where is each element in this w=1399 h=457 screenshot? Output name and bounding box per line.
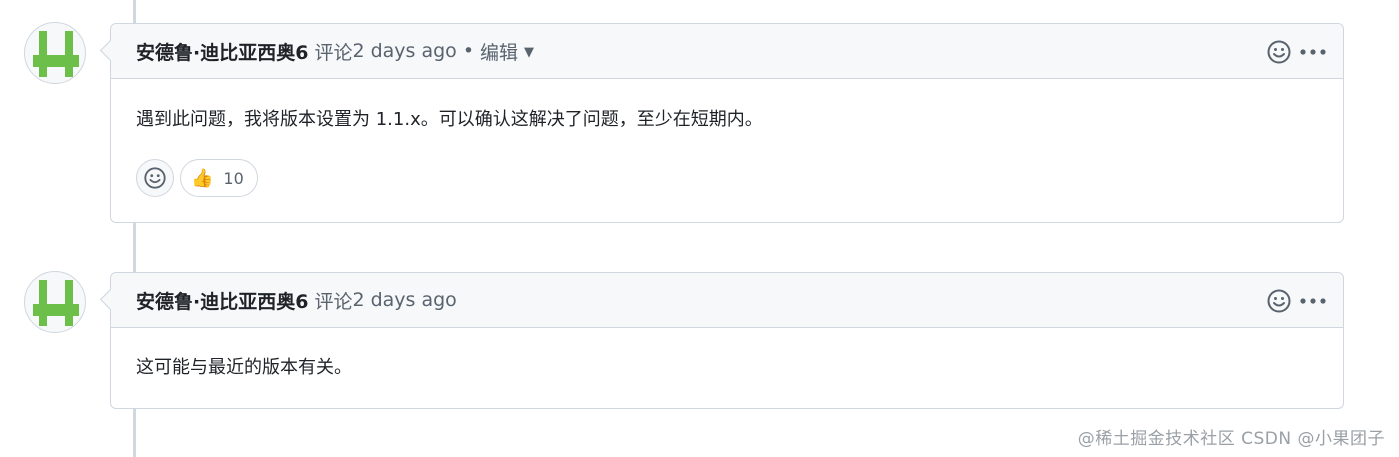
triangle-down-icon[interactable]: ▼: [524, 45, 534, 60]
watermark: @稀土掘金技术社区 CSDN @小果团子: [1077, 429, 1385, 449]
comment-timestamp[interactable]: 2 days ago: [352, 40, 456, 62]
add-reaction-button[interactable]: [1265, 38, 1293, 66]
comment-action: 评论: [314, 41, 353, 64]
comment-timestamp[interactable]: 2 days ago: [352, 289, 456, 311]
smiley-icon: [1267, 289, 1291, 313]
comment-author[interactable]: 安德鲁·迪比亚西奥6: [136, 38, 308, 65]
avatar[interactable]: [24, 271, 86, 333]
comment-action: 评论: [314, 290, 353, 313]
comment-card: 安德鲁·迪比亚西奥6 评论 2 days ago 这可能与最近的版本有关。: [110, 272, 1344, 409]
avatar[interactable]: [24, 22, 86, 84]
comment-author[interactable]: 安德鲁·迪比亚西奥6: [136, 287, 308, 314]
edit-history-label[interactable]: 编辑: [480, 38, 518, 65]
avatar-identicon: [33, 280, 79, 326]
comment-header-actions: [1265, 38, 1327, 66]
thumbs-up-icon: 👍: [191, 167, 214, 189]
reaction-count: 10: [223, 168, 244, 188]
comment-body: 这可能与最近的版本有关。: [136, 357, 352, 378]
add-reaction-button[interactable]: [136, 159, 174, 197]
reactions-bar: 👍 10: [111, 134, 1343, 221]
add-reaction-button[interactable]: [1265, 287, 1293, 315]
comment-header: 安德鲁·迪比亚西奥6 评论 2 days ago • 编辑 ▼: [111, 24, 1343, 79]
avatar-identicon: [33, 31, 79, 77]
thumbs-up-reaction[interactable]: 👍 10: [180, 159, 258, 197]
smiley-icon: [1267, 40, 1291, 64]
smiley-icon: [144, 167, 166, 189]
comment-card: 安德鲁·迪比亚西奥6 评论 2 days ago • 编辑 ▼ 遇到此问题，我将…: [110, 23, 1344, 223]
more-options-button[interactable]: [1299, 287, 1327, 315]
kebab-horizontal-icon: [1300, 298, 1326, 304]
comment-header-actions: [1265, 287, 1327, 315]
more-options-button[interactable]: [1299, 38, 1327, 66]
comment-header: 安德鲁·迪比亚西奥6 评论 2 days ago: [111, 273, 1343, 328]
meta-separator: •: [462, 40, 475, 62]
kebab-horizontal-icon: [1300, 49, 1326, 55]
comment-body: 遇到此问题，我将版本设置为 1.1.x。可以确认这解决了问题，至少在短期内。: [136, 109, 763, 130]
